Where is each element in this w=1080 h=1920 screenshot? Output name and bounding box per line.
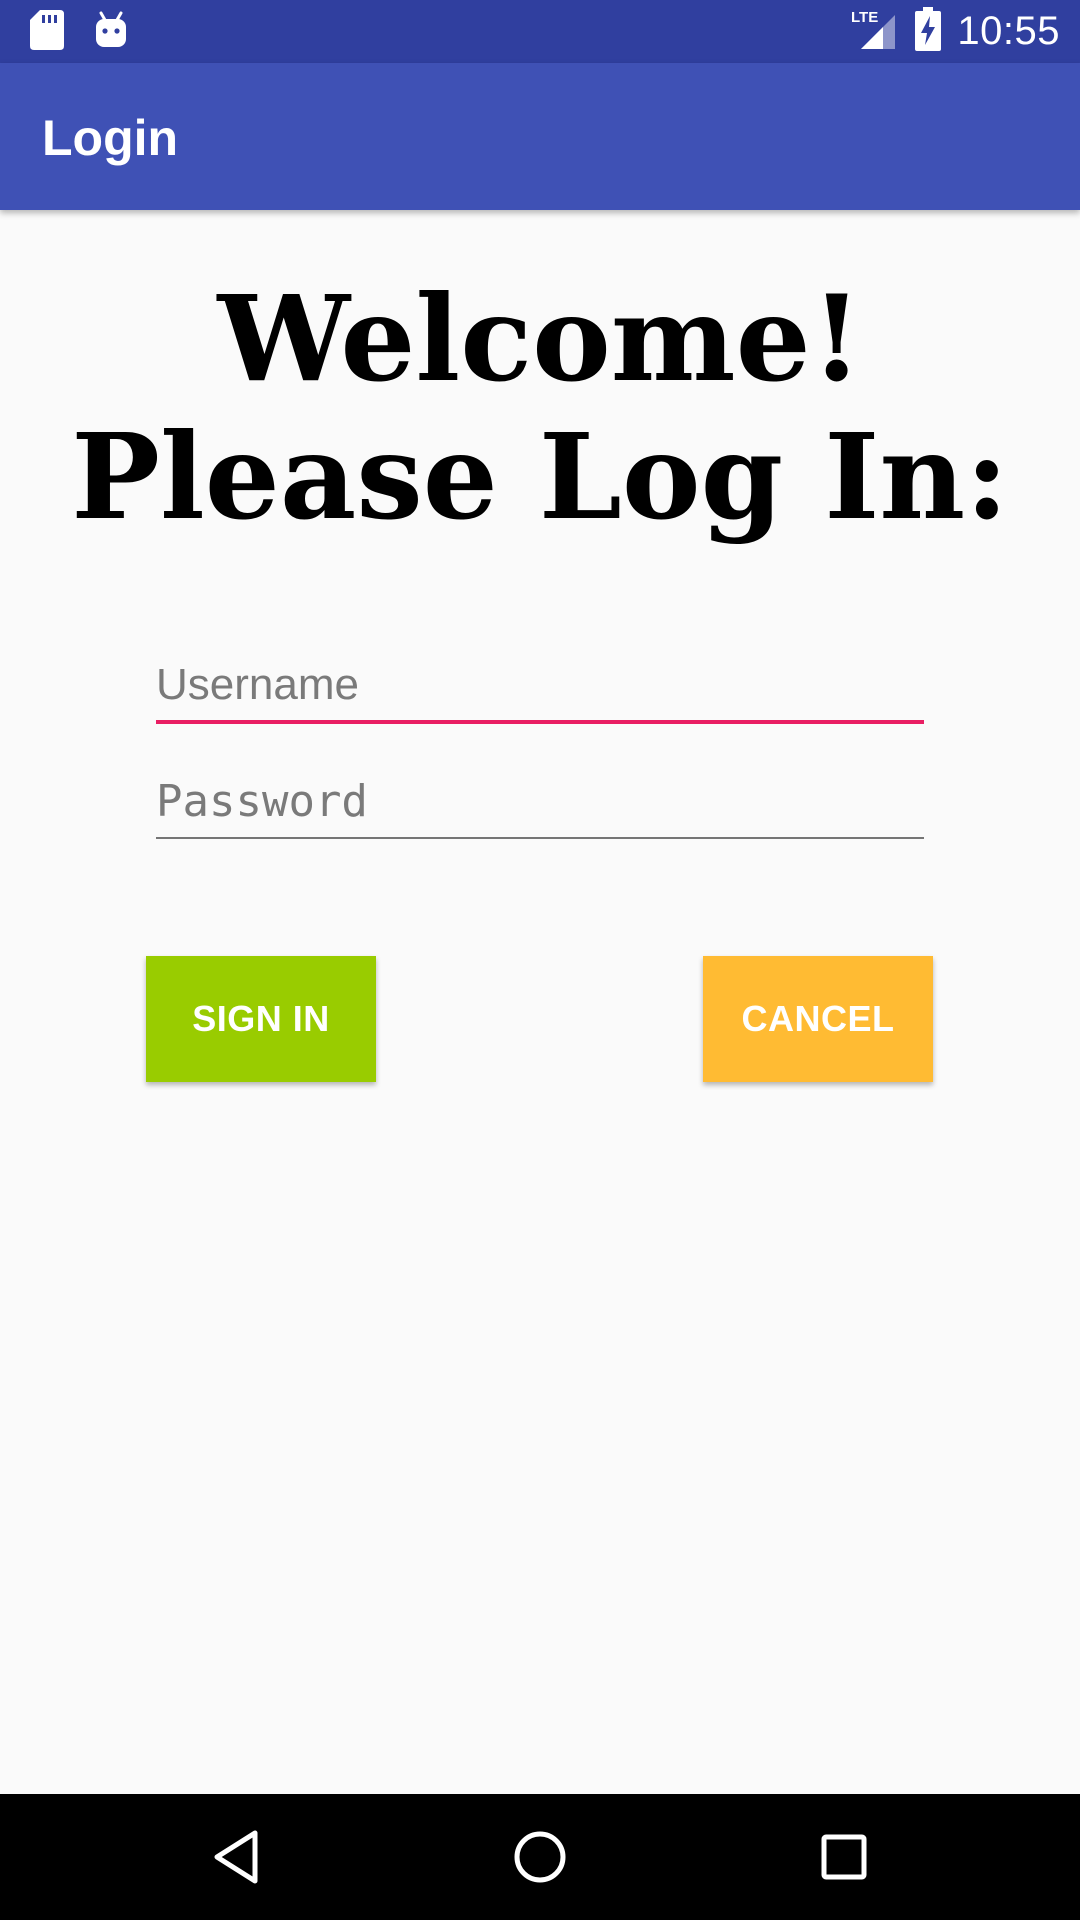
sd-card-icon [30, 9, 64, 55]
network-label: LTE [851, 9, 878, 26]
navigation-bar [0, 1794, 1080, 1920]
recents-icon[interactable] [814, 1827, 874, 1887]
back-icon[interactable] [206, 1827, 266, 1887]
battery-charging-icon [915, 7, 942, 56]
status-bar: LTE 10:55 [0, 0, 1080, 63]
password-field[interactable] [156, 776, 924, 839]
cancel-button[interactable]: CANCEL [703, 956, 933, 1082]
lte-signal-icon: LTE [849, 7, 899, 56]
welcome-line-2: Please Log In: [71, 407, 1009, 546]
welcome-line-1: Welcome! [217, 269, 863, 408]
android-debug-icon [94, 11, 128, 54]
home-icon[interactable] [510, 1827, 570, 1887]
app-title: Login [42, 110, 179, 166]
sign-in-button[interactable]: SIGN IN [146, 956, 376, 1082]
username-field[interactable] [156, 660, 924, 724]
password-field-container [156, 776, 924, 839]
welcome-heading: Welcome! Please Log In: [0, 270, 1080, 546]
login-content: Welcome! Please Log In: SIGN IN CANCEL [0, 210, 1080, 1794]
status-time: 10:55 [957, 9, 1060, 53]
app-bar: Login [0, 63, 1080, 210]
username-field-container [156, 660, 924, 724]
